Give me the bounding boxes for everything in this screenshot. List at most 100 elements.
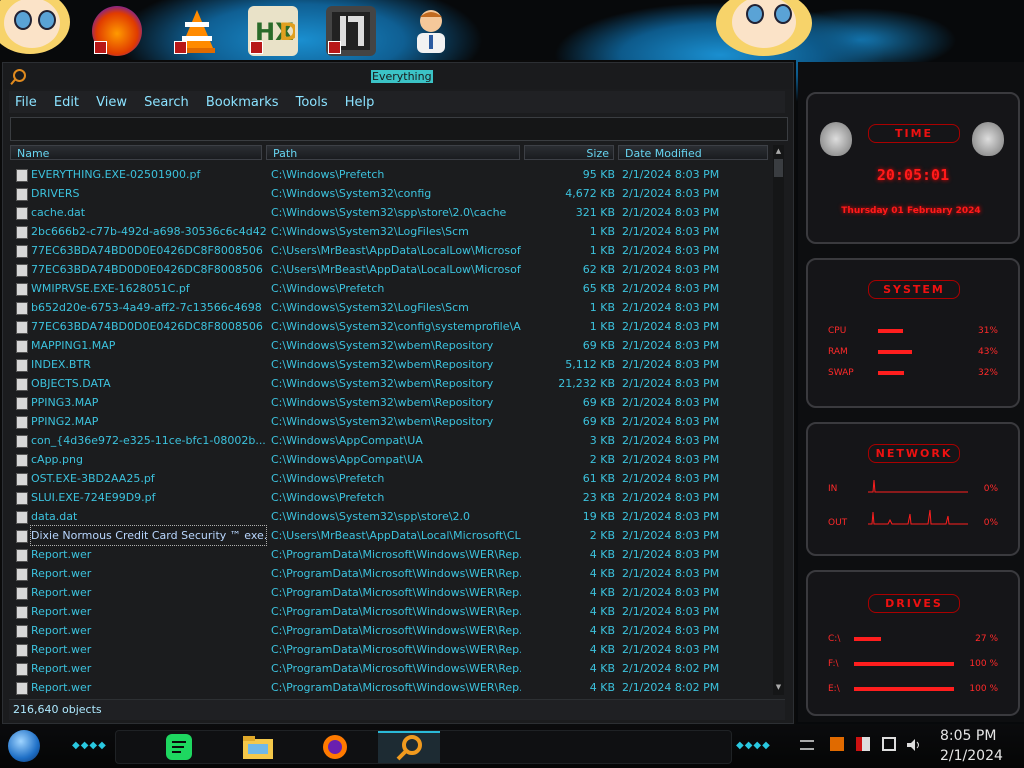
table-row[interactable]: b652d20e-6753-4a49-aff2-7c13566c4698 C:\W… — [10, 298, 772, 317]
app-desktop-icon[interactable] — [326, 6, 376, 56]
column-date-header[interactable]: Date Modified — [618, 145, 768, 160]
start-button[interactable] — [8, 730, 40, 762]
cell-path: C:\ProgramData\Microsoft\Windows\WER\Rep… — [271, 643, 521, 656]
action-center-icon[interactable] — [856, 737, 870, 751]
object-count: 216,640 objects — [13, 703, 102, 716]
vlc-desktop-icon[interactable] — [172, 6, 222, 56]
cell-size: 1 KB — [589, 301, 615, 314]
menu-file[interactable]: File — [9, 91, 43, 110]
table-row[interactable]: DRIVERS C:\Windows\System32\config 4,672 K… — [10, 184, 772, 203]
taskbar-decoration: ◆◆◆◆ — [736, 740, 771, 751]
table-row[interactable]: con_{4d36e972-e325-11ce-bfc1-08002b... C:… — [10, 431, 772, 450]
cell-path: C:\ProgramData\Microsoft\Windows\WER\Rep… — [271, 624, 521, 637]
table-row[interactable]: 77EC63BDA74BD0D0E0426DC8F8008506 C:\Users… — [10, 241, 772, 260]
column-header: Name Path Size Date Modified — [10, 145, 772, 162]
menu-search[interactable]: Search — [138, 91, 195, 110]
column-name-header[interactable]: Name — [10, 145, 262, 160]
vertical-scrollbar[interactable]: ▲ ▼ — [773, 145, 784, 695]
character-decoration — [716, 0, 812, 56]
cell-path: C:\Users\MrBeast\AppData\LocalLow\Micros… — [271, 244, 521, 257]
table-row[interactable]: MAPPING1.MAP C:\Windows\System32\wbem\Rep… — [10, 336, 772, 355]
table-row[interactable]: SLUI.EXE-724E99D9.pf C:\Windows\Prefetch 2… — [10, 488, 772, 507]
column-size-header[interactable]: Size — [524, 145, 614, 160]
table-row[interactable]: INDEX.BTR C:\Windows\System32\wbem\Reposi… — [10, 355, 772, 374]
file-icon — [16, 283, 28, 296]
cell-size: 1 KB — [589, 320, 615, 333]
table-row[interactable]: cApp.png C:\Windows\AppCompat\UA 2 KB 2/1/2… — [10, 450, 772, 469]
cell-size: 4 KB — [589, 586, 615, 599]
table-row[interactable]: Report.wer C:\ProgramData\Microsoft\Windo… — [10, 621, 772, 640]
hxd-desktop-icon[interactable]: HX D — [248, 6, 298, 56]
scroll-down-icon[interactable]: ▼ — [774, 683, 783, 693]
cell-date: 2/1/2024 8:03 PM — [622, 168, 720, 181]
show-hidden-icons[interactable] — [800, 740, 814, 750]
table-row[interactable]: PPING3.MAP C:\Windows\System32\wbem\Repos… — [10, 393, 772, 412]
table-row[interactable]: data.dat C:\Windows\System32\spp\store\2.… — [10, 507, 772, 526]
search-input[interactable] — [10, 117, 788, 141]
cell-date: 2/1/2024 8:03 PM — [622, 624, 720, 637]
cell-name: WMIPRVSE.EXE-1628051C.pf — [31, 282, 190, 295]
table-row[interactable]: Report.wer C:\ProgramData\Microsoft\Windo… — [10, 564, 772, 583]
table-row[interactable]: Dixie Normous Credit Card Security ™ exe… — [10, 525, 772, 546]
table-row[interactable]: Report.wer C:\ProgramData\Microsoft\Windo… — [10, 602, 772, 621]
cell-size: 321 KB — [575, 206, 615, 219]
file-icon — [16, 568, 28, 581]
magnifier-icon — [13, 69, 26, 82]
file-icon — [16, 188, 28, 201]
taskbar-clock-date[interactable]: 2/1/2024 — [940, 748, 1003, 764]
cell-size: 4 KB — [589, 681, 615, 694]
file-icon — [16, 226, 28, 239]
file-explorer-taskbar-icon[interactable] — [242, 733, 273, 761]
table-row[interactable]: cache.dat C:\Windows\System32\spp\store\2… — [10, 203, 772, 222]
cell-date: 2/1/2024 8:03 PM — [622, 605, 720, 618]
cell-date: 2/1/2024 8:03 PM — [622, 548, 720, 561]
cell-size: 4 KB — [589, 624, 615, 637]
table-row[interactable]: 77EC63BDA74BD0D0E0426DC8F8008506 C:\Windo… — [10, 317, 772, 336]
scroll-up-icon[interactable]: ▲ — [774, 147, 783, 157]
table-row[interactable]: PPING2.MAP C:\Windows\System32\wbem\Repos… — [10, 412, 772, 431]
table-row[interactable]: 77EC63BDA74BD0D0E0426DC8F8008506 C:\Users… — [10, 260, 772, 279]
cell-name: OBJECTS.DATA — [31, 377, 111, 390]
table-row[interactable]: OBJECTS.DATA C:\Windows\System32\wbem\Rep… — [10, 374, 772, 393]
table-row[interactable]: 2bc666b2-c77b-492d-a698-30536c6c4d42 C:\W… — [10, 222, 772, 241]
everything-taskbar-icon[interactable] — [378, 731, 440, 763]
menu-help[interactable]: Help — [339, 91, 381, 110]
menu-view[interactable]: View — [90, 91, 133, 110]
cell-path: C:\ProgramData\Microsoft\Windows\WER\Rep… — [271, 567, 521, 580]
firefox-desktop-icon[interactable] — [92, 6, 142, 56]
doctor-desktop-icon[interactable] — [406, 6, 456, 56]
menu-tools[interactable]: Tools — [290, 91, 334, 110]
table-row[interactable]: Report.wer C:\ProgramData\Microsoft\Windo… — [10, 640, 772, 659]
table-row[interactable]: WMIPRVSE.EXE-1628051C.pf C:\Windows\Prefe… — [10, 279, 772, 298]
menu-edit[interactable]: Edit — [48, 91, 85, 110]
results-list[interactable]: EVERYTHING.EXE-02501900.pf C:\Windows\Pre… — [10, 165, 772, 695]
table-row[interactable]: Report.wer C:\ProgramData\Microsoft\Windo… — [10, 545, 772, 564]
cell-date: 2/1/2024 8:03 PM — [622, 586, 720, 599]
tray-app-icon[interactable] — [830, 737, 844, 751]
scroll-thumb[interactable] — [774, 159, 783, 177]
taskbar-clock-time[interactable]: 8:05 PM — [940, 728, 996, 744]
network-icon[interactable] — [882, 737, 896, 751]
table-row[interactable]: Report.wer C:\ProgramData\Microsoft\Windo… — [10, 659, 772, 678]
table-row[interactable]: Report.wer C:\ProgramData\Microsoft\Windo… — [10, 583, 772, 602]
title-bar[interactable]: Everything — [3, 63, 793, 89]
drive-usage-bar — [854, 662, 954, 666]
table-row[interactable]: Report.wer C:\ProgramData\Microsoft\Windo… — [10, 678, 772, 695]
file-icon — [16, 169, 28, 182]
firefox-taskbar-icon[interactable] — [320, 733, 350, 761]
cell-name: Report.wer — [31, 548, 92, 561]
table-row[interactable]: EVERYTHING.EXE-02501900.pf C:\Windows\Pre… — [10, 165, 772, 184]
cell-date: 2/1/2024 8:03 PM — [622, 244, 720, 257]
menu-bookmarks[interactable]: Bookmarks — [200, 91, 285, 110]
volume-icon[interactable] — [906, 737, 920, 751]
cell-size: 3 KB — [589, 434, 615, 447]
file-icon — [16, 302, 28, 315]
table-row[interactable]: OST.EXE-3BD2AA25.pf C:\Windows\Prefetch 61… — [10, 469, 772, 488]
drive-usage-value: 100 % — [969, 684, 998, 694]
cell-path: C:\Windows\System32\config — [271, 187, 432, 200]
column-path-header[interactable]: Path — [266, 145, 520, 160]
spotify-taskbar-icon[interactable] — [164, 733, 194, 761]
cell-name: DRIVERS — [31, 187, 80, 200]
cell-size: 23 KB — [582, 491, 615, 504]
system-ram-label: RAM — [828, 347, 848, 357]
